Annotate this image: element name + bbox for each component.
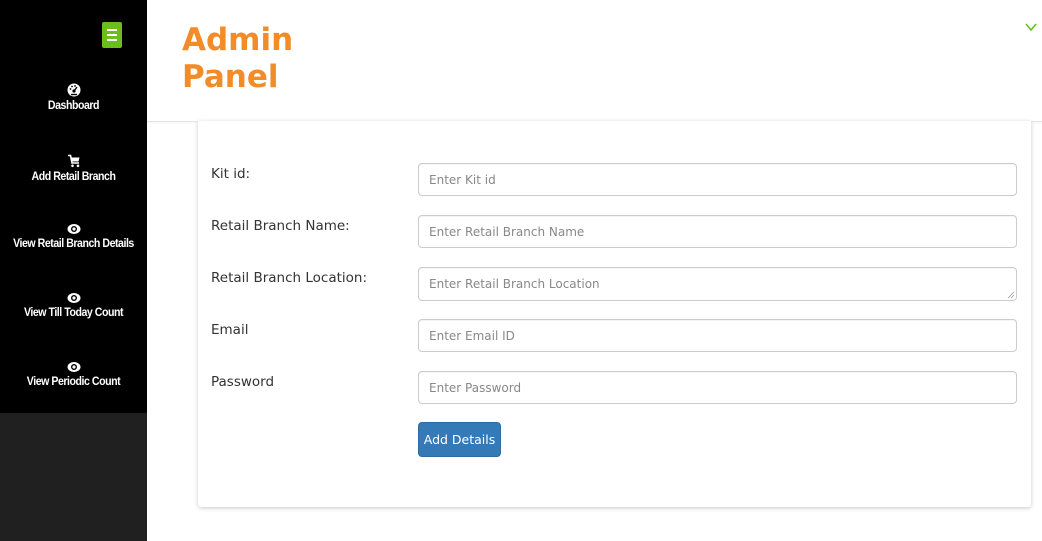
email-input[interactable] — [418, 319, 1017, 352]
brand-line-1: Admin — [182, 22, 294, 58]
sidebar-item-label: Dashboard — [47, 100, 100, 112]
sidebar-item-label: View Retail Branch Details — [13, 238, 134, 250]
add-branch-form: Kit id: Retail Branch Name: Retail Branc… — [198, 121, 1031, 507]
sidebar: Dashboard Add Retail Branch View Retail … — [0, 0, 147, 413]
sidebar-item-view-periodic-count[interactable]: View Periodic Count — [0, 361, 147, 388]
chevron-down-icon[interactable] — [1022, 20, 1040, 34]
brand-line-2: Panel — [182, 59, 279, 95]
password-label: Password — [211, 374, 275, 390]
header: Admin Panel — [147, 0, 1042, 122]
page-title: Admin Panel — [182, 22, 293, 96]
add-details-button[interactable]: Add Details — [418, 422, 501, 457]
menu-icon — [107, 29, 117, 31]
sidebar-item-add-retail-branch[interactable]: Add Retail Branch — [0, 154, 147, 183]
sidebar-item-view-retail-branch-details[interactable]: View Retail Branch Details — [0, 223, 147, 250]
menu-icon-bar — [107, 39, 117, 41]
kit-id-input[interactable] — [418, 163, 1017, 196]
sidebar-item-label: View Till Today Count — [23, 307, 124, 319]
retail-branch-name-input[interactable] — [418, 215, 1017, 248]
retail-branch-name-label: Retail Branch Name: — [211, 218, 350, 234]
eye-icon — [67, 362, 80, 372]
eye-icon — [67, 293, 80, 303]
sidebar-item-label: View Periodic Count — [26, 376, 121, 388]
retail-branch-location-input[interactable] — [418, 267, 1017, 301]
menu-toggle-button[interactable] — [102, 22, 122, 48]
kit-id-label: Kit id: — [211, 166, 251, 182]
cart-icon — [67, 154, 79, 168]
sidebar-item-dashboard[interactable]: Dashboard — [0, 83, 147, 112]
sidebar-footer — [0, 413, 147, 541]
password-input[interactable] — [418, 371, 1017, 404]
email-label: Email — [211, 322, 249, 338]
menu-icon-bar — [107, 34, 117, 36]
eye-icon — [67, 224, 80, 234]
dashboard-icon — [67, 83, 80, 97]
sidebar-item-label: Add Retail Branch — [31, 171, 116, 183]
sidebar-item-view-till-today-count[interactable]: View Till Today Count — [0, 292, 147, 319]
retail-branch-location-label: Retail Branch Location: — [211, 270, 367, 286]
